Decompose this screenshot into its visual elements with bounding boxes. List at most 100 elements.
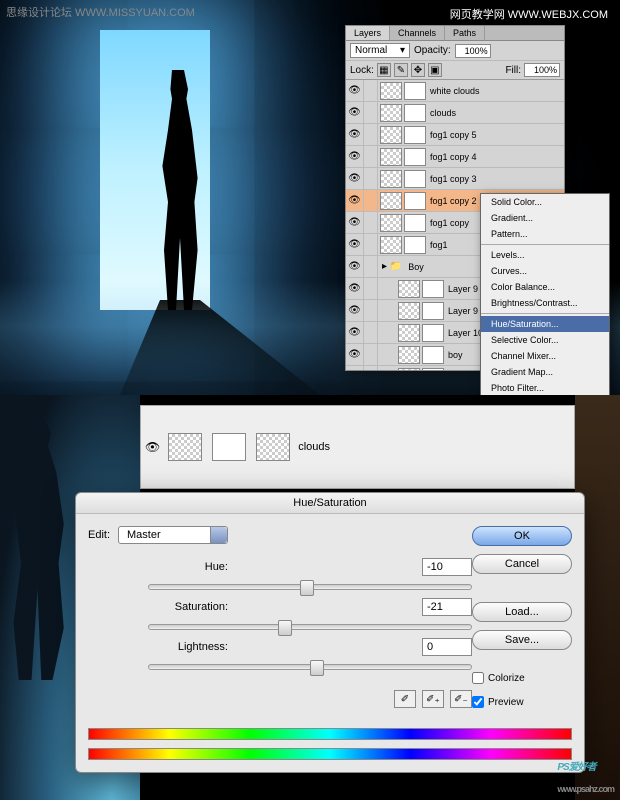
layer-thumbnail[interactable] <box>398 368 420 371</box>
mask-thumbnail[interactable] <box>212 433 246 461</box>
visibility-icon[interactable]: 👁 <box>346 124 364 146</box>
mask-thumbnail[interactable] <box>404 104 426 122</box>
mask-thumbnail[interactable] <box>422 324 444 342</box>
mask-thumbnail[interactable] <box>404 82 426 100</box>
lock-all-icon[interactable]: ▣ <box>428 63 442 77</box>
visibility-icon[interactable]: 👁 <box>346 146 364 168</box>
layer-thumbnail[interactable] <box>380 214 402 232</box>
layer-thumbnail[interactable] <box>168 433 202 461</box>
lock-transparency-icon[interactable]: ▦ <box>377 63 391 77</box>
menu-item[interactable]: Brightness/Contrast... <box>481 295 609 311</box>
lightness-label: Lightness: <box>148 641 228 653</box>
colorize-checkbox[interactable]: Colorize <box>472 672 572 684</box>
hue-input[interactable]: -10 <box>422 558 472 576</box>
visibility-icon[interactable]: 👁 <box>346 278 364 300</box>
save-button[interactable]: Save... <box>472 630 572 650</box>
visibility-icon[interactable]: 👁 <box>346 102 364 124</box>
eyedropper-sub-icon[interactable]: ✐₋ <box>450 690 472 708</box>
hue-spectrum-bar-shifted <box>88 748 572 760</box>
menu-item[interactable]: Channel Mixer... <box>481 348 609 364</box>
layer-row[interactable]: 👁 white clouds <box>346 80 564 102</box>
layer-thumbnail[interactable] <box>380 126 402 144</box>
opacity-label: Opacity: <box>414 45 451 56</box>
layer-thumbnail[interactable] <box>398 346 420 364</box>
blend-mode-select[interactable]: Normal▾ <box>350 43 410 58</box>
visibility-icon[interactable]: 👁 <box>346 256 364 278</box>
menu-item[interactable]: Gradient... <box>481 210 609 226</box>
hue-label: Hue: <box>148 561 228 573</box>
visibility-icon[interactable]: 👁 <box>145 440 160 454</box>
visibility-icon[interactable]: 👁 <box>346 168 364 190</box>
mask-thumbnail[interactable] <box>422 280 444 298</box>
menu-item[interactable]: Levels... <box>481 247 609 263</box>
menu-item[interactable]: Color Balance... <box>481 279 609 295</box>
watermark-tl: 思缘设计论坛 WWW.MISSYUAN.COM <box>6 4 195 20</box>
watermark-tr: 网页教学网 WWW.WEBJX.COM <box>444 4 614 24</box>
lock-pixels-icon[interactable]: ✎ <box>394 63 408 77</box>
visibility-icon[interactable]: 👁 <box>346 366 364 371</box>
layer-row[interactable]: 👁 fog1 copy 4 <box>346 146 564 168</box>
fill-input[interactable]: 100% <box>524 63 560 77</box>
layer-name[interactable]: clouds <box>428 108 564 118</box>
menu-item[interactable]: Pattern... <box>481 226 609 242</box>
saturation-slider[interactable] <box>148 624 472 630</box>
mask-thumbnail[interactable] <box>422 302 444 320</box>
layer-name[interactable]: clouds <box>298 441 330 453</box>
preview-checkbox[interactable]: Preview <box>472 696 572 708</box>
visibility-icon[interactable]: 👁 <box>346 190 364 212</box>
layer-row[interactable]: 👁 fog1 copy 5 <box>346 124 564 146</box>
ok-button[interactable]: OK <box>472 526 572 546</box>
layer-thumbnail[interactable] <box>398 324 420 342</box>
layer-row[interactable]: 👁 fog1 copy 3 <box>346 168 564 190</box>
menu-item[interactable]: Gradient Map... <box>481 364 609 380</box>
layer-name[interactable]: fog1 copy 5 <box>428 130 564 140</box>
visibility-icon[interactable]: 👁 <box>346 300 364 322</box>
layer-thumbnail[interactable] <box>398 302 420 320</box>
menu-item[interactable]: Curves... <box>481 263 609 279</box>
saturation-input[interactable]: -21 <box>422 598 472 616</box>
layer-name[interactable]: fog1 copy 4 <box>428 152 564 162</box>
layer-thumbnail[interactable] <box>380 82 402 100</box>
visibility-icon[interactable]: 👁 <box>346 80 364 102</box>
edit-select[interactable]: Master <box>118 526 228 544</box>
layer-row[interactable]: 👁 clouds <box>346 102 564 124</box>
layer-thumbnail[interactable] <box>380 236 402 254</box>
eyedropper-icon[interactable]: ✐ <box>394 690 416 708</box>
visibility-icon[interactable]: 👁 <box>346 212 364 234</box>
mask-thumbnail[interactable] <box>404 126 426 144</box>
hue-slider[interactable] <box>148 584 472 590</box>
mask-thumbnail[interactable] <box>404 236 426 254</box>
lightness-slider[interactable] <box>148 664 472 670</box>
load-button[interactable]: Load... <box>472 602 572 622</box>
layer-thumbnail[interactable] <box>380 148 402 166</box>
visibility-icon[interactable]: 👁 <box>346 234 364 256</box>
lock-position-icon[interactable]: ✥ <box>411 63 425 77</box>
layer-thumbnail[interactable] <box>256 433 290 461</box>
lightness-input[interactable]: 0 <box>422 638 472 656</box>
edit-label: Edit: <box>88 529 110 541</box>
layer-thumbnail[interactable] <box>398 280 420 298</box>
menu-item[interactable]: Photo Filter... <box>481 380 609 396</box>
mask-thumbnail[interactable] <box>404 192 426 210</box>
tab-paths[interactable]: Paths <box>445 26 485 40</box>
mask-thumbnail[interactable] <box>404 170 426 188</box>
layer-thumbnail[interactable] <box>380 192 402 210</box>
menu-item[interactable]: Solid Color... <box>481 194 609 210</box>
layer-name[interactable]: fog1 copy 3 <box>428 174 564 184</box>
layer-name[interactable]: white clouds <box>428 86 564 96</box>
tab-channels[interactable]: Channels <box>390 26 445 40</box>
menu-item[interactable]: Selective Color... <box>481 332 609 348</box>
menu-item[interactable]: Hue/Saturation... <box>481 316 609 332</box>
eyedropper-add-icon[interactable]: ✐₊ <box>422 690 444 708</box>
cancel-button[interactable]: Cancel <box>472 554 572 574</box>
mask-thumbnail[interactable] <box>404 148 426 166</box>
visibility-icon[interactable]: 👁 <box>346 322 364 344</box>
tab-layers[interactable]: Layers <box>346 26 390 40</box>
layer-thumbnail[interactable] <box>380 170 402 188</box>
mask-thumbnail[interactable] <box>422 346 444 364</box>
mask-thumbnail[interactable] <box>404 214 426 232</box>
opacity-input[interactable]: 100% <box>455 44 491 58</box>
mask-thumbnail[interactable] <box>422 368 444 371</box>
visibility-icon[interactable]: 👁 <box>346 344 364 366</box>
layer-thumbnail[interactable] <box>380 104 402 122</box>
